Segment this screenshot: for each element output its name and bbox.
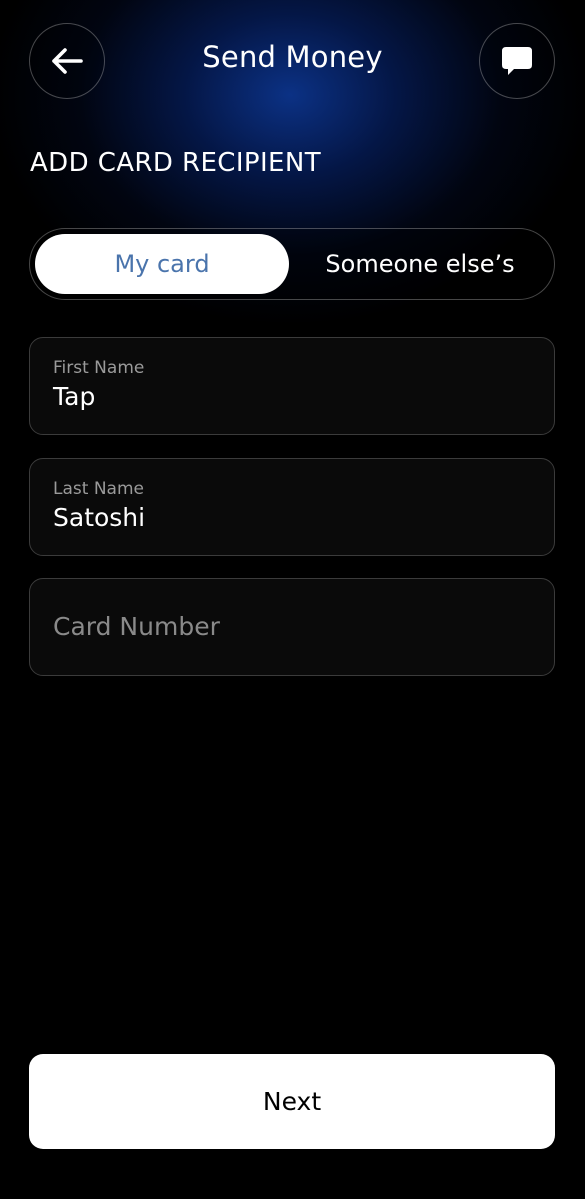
recipient-type-toggle: My card Someone else’s: [29, 228, 555, 300]
send-money-screen: Send Money ADD CARD RECIPIENT My card So…: [0, 0, 585, 1199]
next-button[interactable]: Next: [29, 1054, 555, 1149]
chat-bubble-icon: [502, 47, 532, 75]
toggle-option-someone-else[interactable]: Someone else’s: [289, 234, 551, 294]
last-name-value[interactable]: Satoshi: [53, 503, 145, 532]
first-name-value[interactable]: Tap: [53, 382, 95, 411]
section-heading: ADD CARD RECIPIENT: [30, 148, 322, 178]
last-name-label: Last Name: [53, 479, 144, 499]
first-name-field[interactable]: First Name Tap: [29, 337, 555, 435]
card-number-field[interactable]: Card Number: [29, 578, 555, 676]
toggle-option-my-card[interactable]: My card: [35, 234, 289, 294]
first-name-label: First Name: [53, 358, 145, 378]
last-name-field[interactable]: Last Name Satoshi: [29, 458, 555, 556]
chat-button[interactable]: [479, 23, 555, 99]
card-number-placeholder: Card Number: [53, 612, 220, 641]
